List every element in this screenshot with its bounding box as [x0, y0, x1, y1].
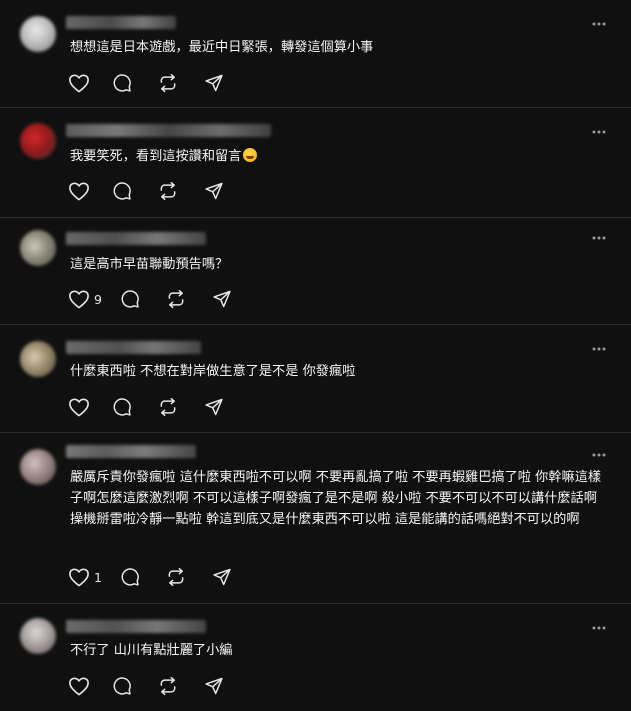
like-button[interactable]	[68, 675, 89, 697]
heart-icon	[69, 568, 89, 587]
repost-icon	[160, 181, 176, 201]
repost-button[interactable]	[158, 180, 178, 202]
comment-post: 我要笑死，看到這按讚和留言	[0, 108, 631, 218]
repost-icon	[168, 567, 184, 587]
avatar[interactable]	[20, 230, 56, 266]
action-bar: 1	[68, 566, 258, 588]
share-button[interactable]	[212, 566, 232, 588]
more-icon	[592, 626, 606, 630]
reply-button[interactable]	[112, 396, 132, 418]
comment-text: 不行了 山川有點壯麗了小編	[70, 643, 233, 658]
comment-icon	[113, 398, 131, 416]
repost-button[interactable]	[166, 566, 186, 588]
action-bar	[68, 72, 250, 94]
comment-text: 想想這是日本遊戲，最近中日緊張，轉發這個算小事	[70, 40, 374, 55]
share-icon	[213, 290, 231, 308]
repost-icon	[168, 289, 184, 309]
username[interactable]	[66, 445, 196, 458]
comment-icon	[121, 290, 139, 308]
avatar[interactable]	[20, 449, 56, 485]
repost-button[interactable]	[158, 396, 178, 418]
reply-button[interactable]	[120, 566, 140, 588]
more-button[interactable]	[587, 620, 611, 636]
comment-icon	[121, 568, 139, 586]
more-icon	[592, 236, 606, 240]
username[interactable]	[66, 16, 176, 29]
like-button[interactable]	[68, 396, 89, 418]
share-icon	[205, 182, 223, 200]
comment-text: 什麼東西啦 不想在對岸做生意了是不是 你發瘋啦	[70, 364, 356, 379]
heart-icon	[69, 398, 89, 417]
repost-button[interactable]	[166, 288, 186, 310]
comment-post: 什麼東西啦 不想在對岸做生意了是不是 你發瘋啦	[0, 325, 631, 433]
comment-icon	[113, 182, 131, 200]
avatar[interactable]	[20, 123, 56, 159]
avatar[interactable]	[20, 341, 56, 377]
comment-text: 我要笑死，看到這按讚和留言	[70, 146, 615, 167]
action-bar	[68, 180, 250, 202]
comment-text: 這是高市早苗聯動預告嗎？	[70, 257, 229, 272]
heart-icon	[69, 182, 89, 201]
comment-post: 嚴厲斥責你發瘋啦 這什麼東西啦不可以啊 不要再亂搞了啦 不要再蝦雞巴搞了啦 你幹…	[0, 433, 631, 604]
repost-button[interactable]	[158, 675, 178, 697]
laughing-emoji-icon	[243, 148, 258, 162]
avatar[interactable]	[20, 618, 56, 654]
share-button[interactable]	[204, 675, 224, 697]
share-button[interactable]	[212, 288, 232, 310]
share-button[interactable]	[204, 396, 224, 418]
comment-icon	[113, 677, 131, 695]
heart-icon	[69, 677, 89, 696]
reply-button[interactable]	[112, 180, 132, 202]
reply-button[interactable]	[112, 675, 132, 697]
like-count: 9	[94, 291, 102, 307]
username[interactable]	[66, 232, 206, 245]
share-button[interactable]	[204, 72, 224, 94]
more-button[interactable]	[587, 124, 611, 140]
more-icon	[592, 130, 606, 134]
like-count: 1	[94, 569, 102, 585]
username[interactable]	[66, 341, 201, 354]
comment-post: 不行了 山川有點壯麗了小編	[0, 604, 631, 711]
reply-button[interactable]	[120, 288, 140, 310]
action-bar	[68, 675, 250, 697]
more-button[interactable]	[587, 230, 611, 246]
comment-post: 這是高市早苗聯動預告嗎？ 9	[0, 218, 631, 325]
comment-icon	[113, 74, 131, 92]
more-icon	[592, 22, 606, 26]
username[interactable]	[66, 124, 271, 137]
repost-button[interactable]	[158, 72, 178, 94]
reply-button[interactable]	[112, 72, 132, 94]
action-bar	[68, 396, 250, 418]
action-bar: 9	[68, 288, 258, 310]
comment-post: 想想這是日本遊戲，最近中日緊張，轉發這個算小事	[0, 0, 631, 108]
more-button[interactable]	[587, 341, 611, 357]
share-button[interactable]	[204, 180, 224, 202]
more-button[interactable]	[587, 16, 611, 32]
share-icon	[213, 568, 231, 586]
heart-icon	[69, 74, 89, 93]
more-icon	[592, 453, 606, 457]
repost-icon	[160, 397, 176, 417]
comment-feed: 想想這是日本遊戲，最近中日緊張，轉發這個算小事 我要笑死，看到這按讚和留言 這是…	[0, 0, 631, 711]
repost-icon	[160, 73, 176, 93]
more-button[interactable]	[587, 447, 611, 463]
avatar[interactable]	[20, 16, 56, 52]
heart-icon	[69, 290, 89, 309]
repost-icon	[160, 676, 176, 696]
comment-text: 嚴厲斥責你發瘋啦 這什麼東西啦不可以啊 不要再亂搞了啦 不要再蝦雞巴搞了啦 你幹…	[70, 470, 602, 527]
share-icon	[205, 74, 223, 92]
like-button[interactable]: 9	[68, 288, 102, 310]
like-button[interactable]	[68, 72, 89, 94]
comment-text-content: 我要笑死，看到這按讚和留言	[70, 149, 242, 164]
share-icon	[205, 677, 223, 695]
like-button[interactable]: 1	[68, 566, 102, 588]
like-button[interactable]	[68, 180, 89, 202]
more-icon	[592, 347, 606, 351]
username[interactable]	[66, 620, 206, 633]
share-icon	[205, 398, 223, 416]
